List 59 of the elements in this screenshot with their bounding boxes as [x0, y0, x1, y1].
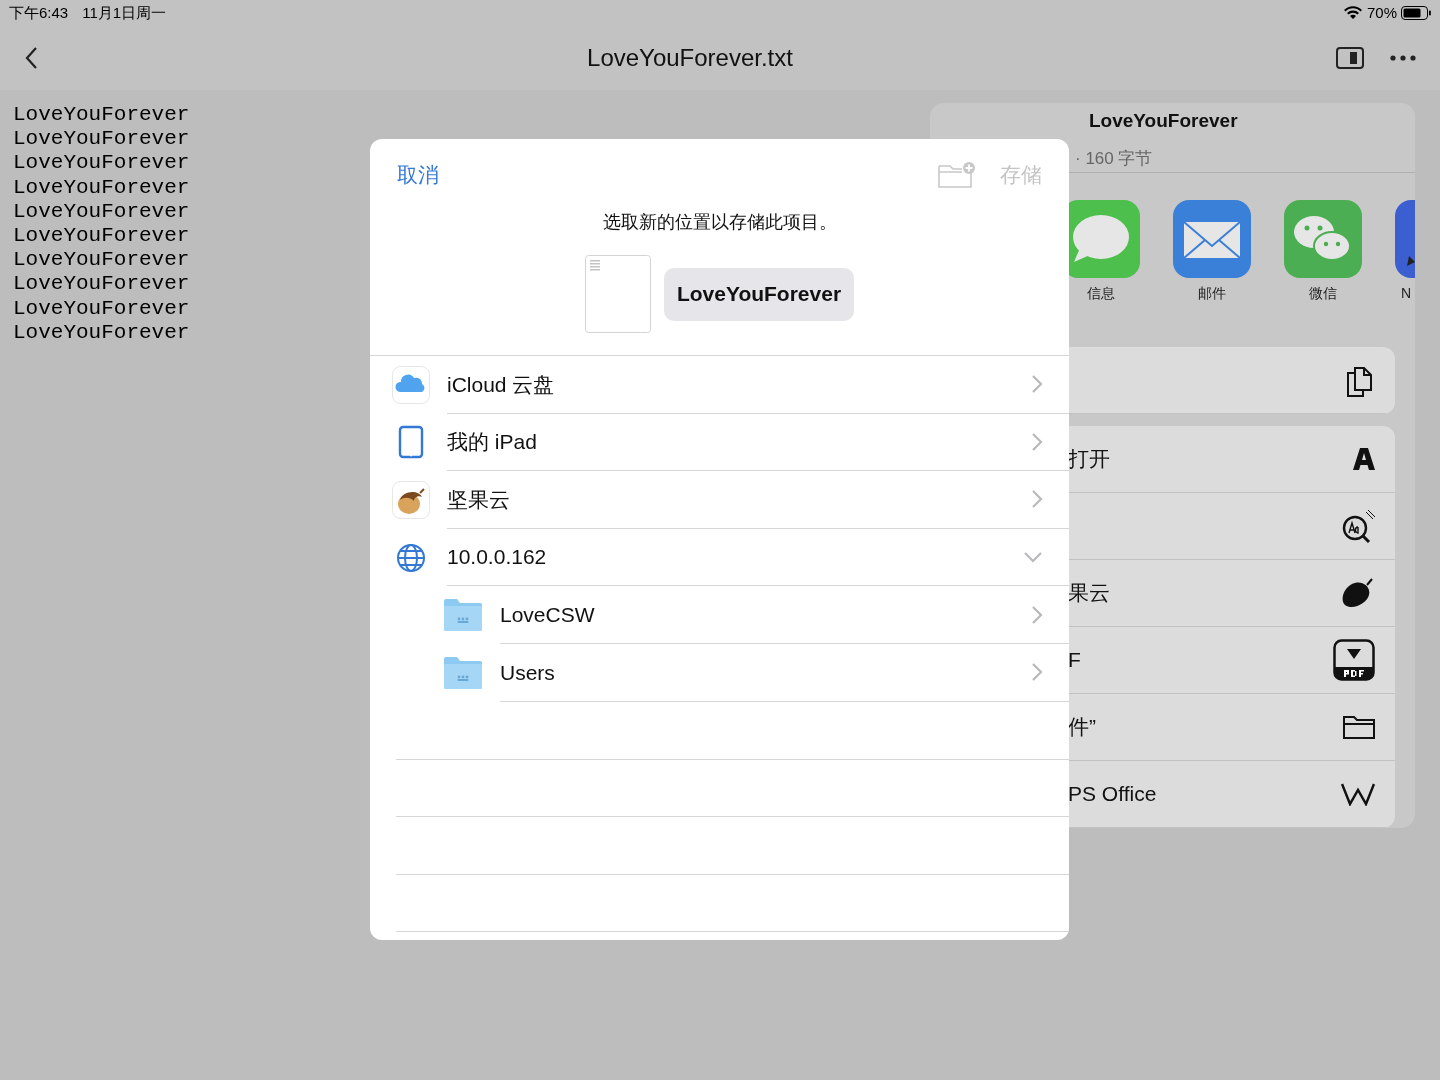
app-icon[interactable] — [1395, 200, 1415, 279]
location-name: 我的 iPad — [447, 429, 537, 456]
status-time: 下午6:43 — [9, 2, 69, 23]
action-label: 件” — [1068, 714, 1096, 741]
app-label[interactable]: N — [1395, 283, 1412, 305]
envelope-icon[interactable] — [1173, 200, 1251, 279]
magnifier-icon — [1341, 508, 1375, 544]
action-label: 打开 — [1068, 446, 1110, 473]
app-label[interactable]: 邮件 — [1198, 283, 1226, 305]
text-line: LoveYouForever — [13, 127, 190, 152]
folder-icon — [444, 599, 482, 632]
text-line: LoveYouForever — [13, 320, 190, 346]
chat-bubbles-icon[interactable] — [1284, 200, 1362, 279]
action-label: F — [1068, 647, 1081, 674]
cancel-button[interactable]: 取消 — [397, 159, 439, 191]
text-line: LoveYouForever — [13, 224, 190, 249]
text-line: LoveYouForever — [13, 175, 190, 200]
new-folder-icon[interactable] — [938, 161, 976, 189]
text-line: LoveYouForever — [13, 103, 190, 128]
text-line: LoveYouForever — [13, 199, 190, 224]
document-title: LoveYouForever.txt — [587, 43, 793, 73]
location-name: 10.0.0.162 — [447, 544, 547, 571]
folder-name: LoveCSW — [500, 601, 595, 628]
file-name-field[interactable]: LoveYouForever — [663, 267, 855, 321]
location-name: 坚果云 — [447, 486, 510, 513]
text-line: LoveYouForever — [13, 296, 190, 321]
cloud-icon — [392, 365, 430, 404]
folder-name: Users — [500, 659, 555, 686]
chevron-right-icon[interactable] — [1031, 604, 1043, 625]
battery-icon — [1401, 6, 1431, 20]
status-date: 11月1日周一 — [82, 2, 167, 23]
letter-icon — [1353, 447, 1375, 471]
chevron-down-icon[interactable] — [1023, 551, 1043, 564]
more-icon[interactable] — [1390, 55, 1416, 61]
share-file-size: · 160 字节 — [1075, 147, 1154, 170]
share-file-name: LoveYouForever — [1088, 109, 1239, 133]
chevron-right-icon[interactable] — [1031, 431, 1043, 452]
w-logo-icon — [1341, 782, 1375, 806]
action-label: 果云 — [1068, 580, 1110, 607]
location-name: iCloud 云盘 — [447, 371, 555, 398]
app-label[interactable]: 信息 — [1087, 283, 1115, 305]
action-label: PS Office — [1068, 781, 1157, 808]
battery-percent: 70% — [1366, 2, 1397, 23]
folder-icon — [444, 656, 482, 689]
location-row[interactable]: iCloud 云盘 — [370, 356, 1069, 414]
sidebar-icon[interactable] — [1336, 47, 1364, 69]
file-thumbnail-icon — [584, 255, 651, 333]
text-line: LoveYouForever — [13, 248, 190, 273]
wifi-icon — [1342, 6, 1363, 20]
acorn-icon — [392, 481, 430, 519]
pdf-download-icon — [1333, 639, 1375, 681]
app-label[interactable]: 微信 — [1309, 283, 1337, 305]
text-line: LoveYouForever — [13, 151, 190, 176]
chevron-right-icon[interactable] — [1031, 374, 1043, 395]
chevron-right-icon[interactable] — [1031, 489, 1043, 510]
text-line: LoveYouForever — [13, 272, 190, 297]
save-prompt: 选取新的位置以存储此项目。 — [601, 211, 838, 234]
folder-icon — [1343, 714, 1375, 740]
chevron-right-icon[interactable] — [1031, 662, 1043, 683]
